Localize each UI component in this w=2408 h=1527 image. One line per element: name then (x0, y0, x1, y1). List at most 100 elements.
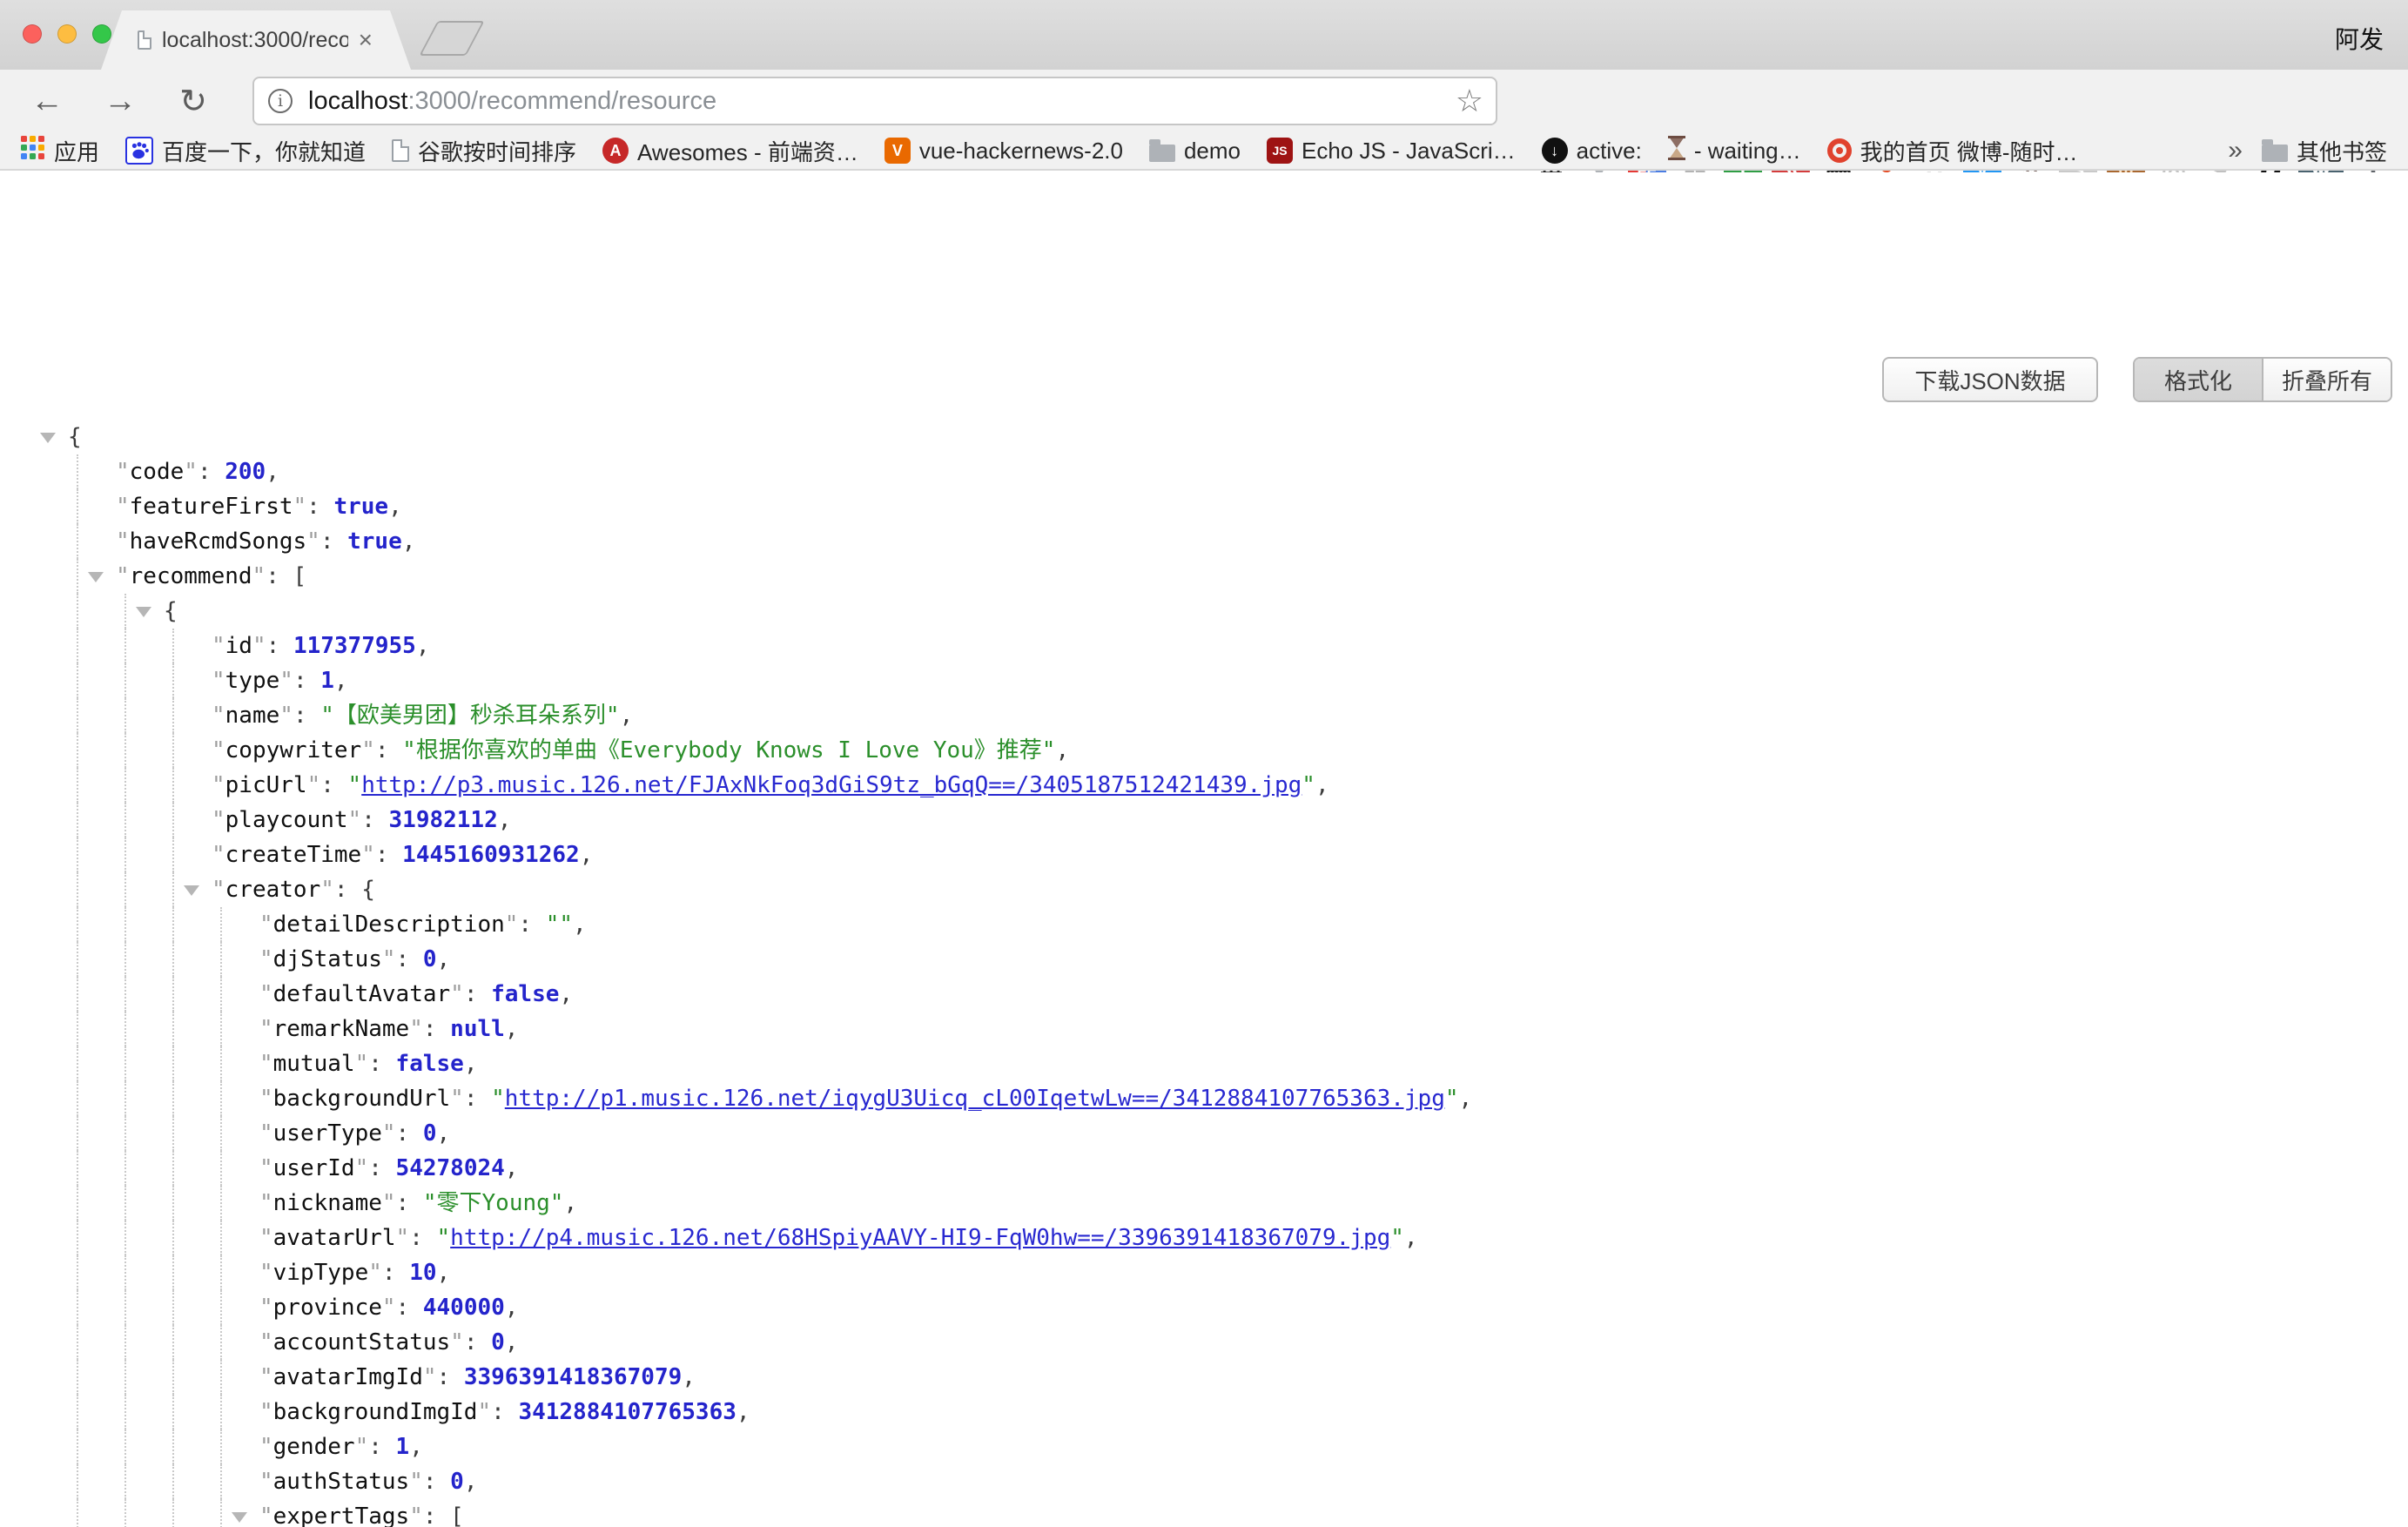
view-mode-toggle: 格式化 折叠所有 (2133, 357, 2392, 402)
json-quote: " (259, 1434, 273, 1460)
page-info-icon[interactable]: i (268, 89, 293, 113)
json-punct: : (361, 807, 388, 833)
bookmark-active[interactable]: ↓active: (1542, 138, 1642, 165)
json-number: 440000 (423, 1295, 505, 1321)
bookmark-waiting[interactable]: - waiting… (1668, 136, 1801, 166)
json-punct: : (320, 528, 347, 555)
json-punct: : (423, 1016, 450, 1042)
minimize-window-button[interactable] (57, 24, 77, 44)
collapse-toggle-icon[interactable] (232, 1512, 247, 1523)
zoom-window-button[interactable] (92, 24, 111, 44)
bookmark-awesomes[interactable]: AAwesomes - 前端资… (602, 135, 858, 167)
tab-favicon-page-icon (138, 30, 151, 50)
json-quote: " (450, 981, 464, 1007)
bookmark-google-sort[interactable]: 谷歌按时间排序 (392, 135, 576, 167)
json-punct: , (563, 1190, 577, 1216)
bookmark-baidu[interactable]: 百度一下，你就知道 (125, 135, 366, 167)
indent-guide (172, 803, 174, 837)
json-quote: " (259, 1364, 273, 1390)
collapse-toggle-icon[interactable] (136, 607, 151, 617)
indent-guide (172, 872, 174, 907)
new-tab-button[interactable] (419, 21, 484, 56)
json-line: { (0, 420, 2408, 454)
hourglass-icon (1668, 136, 1685, 166)
baidu-paw-icon (125, 137, 153, 165)
json-punct: , (573, 911, 587, 938)
indent-guide (172, 1464, 174, 1499)
bookmarks-overflow-chevron-icon[interactable]: » (2228, 136, 2243, 165)
bookmark-baidu-label: 百度一下，你就知道 (162, 135, 366, 167)
json-punct: , (1315, 772, 1329, 798)
json-punct: , (266, 459, 279, 485)
json-punct: : (320, 772, 347, 798)
json-link[interactable]: http://p1.music.126.net/iqygU3Uicq_cL00I… (505, 1086, 1445, 1112)
indent-guide (124, 1046, 126, 1081)
indent-guide (124, 1255, 126, 1290)
bookmark-echojs-icon: JS (1267, 138, 1293, 164)
json-punct: : (293, 703, 320, 729)
json-quote: " (259, 1260, 273, 1286)
json-line: "mutual": false, (0, 1046, 2408, 1081)
close-window-button[interactable] (23, 24, 42, 44)
json-number: 0 (423, 1120, 437, 1147)
json-punct: : (375, 737, 402, 764)
indent-guide (77, 663, 78, 698)
collapse-all-button[interactable]: 折叠所有 (2263, 359, 2391, 400)
json-line: "copywriter": "根据你喜欢的单曲《Everybody Knows … (0, 733, 2408, 768)
active-tab[interactable]: localhost:3000/recommend/re × (101, 10, 411, 70)
forward-button[interactable]: → (98, 78, 143, 124)
back-button[interactable]: ← (24, 78, 70, 124)
json-link[interactable]: http://p3.music.126.net/FJAxNkFoq3dGiS9t… (361, 772, 1302, 798)
download-json-button[interactable]: 下载JSON数据 (1882, 357, 2098, 402)
json-punct: : (382, 1260, 409, 1286)
folder-icon (2262, 145, 2288, 162)
json-quote: " (116, 459, 130, 485)
bookmark-weibo-home[interactable]: 我的首页 微博-随时… (1827, 135, 2078, 167)
indent-guide (220, 1186, 222, 1221)
other-bookmarks-button[interactable]: 其他书签 (2262, 135, 2387, 167)
json-punct: : [ (266, 563, 306, 589)
bookmark-google-sort-label: 谷歌按时间排序 (418, 135, 576, 167)
indent-guide (77, 1395, 78, 1429)
json-punct: , (464, 1469, 478, 1495)
json-key: gender (273, 1434, 355, 1460)
json-quote: " (259, 1399, 273, 1425)
bookmark-vue-hackernews[interactable]: Vvue-hackernews-2.0 (885, 138, 1123, 165)
profile-name[interactable]: 阿发 (2335, 21, 2384, 56)
json-quote: " (293, 494, 307, 520)
indent-guide (172, 1360, 174, 1395)
indent-guide (172, 837, 174, 872)
collapse-toggle-icon[interactable] (40, 433, 56, 443)
collapse-toggle-icon[interactable] (88, 572, 104, 582)
json-link[interactable]: http://p4.music.126.net/68HSpiyAAVY-HI9-… (450, 1225, 1390, 1251)
json-quote: " (259, 1329, 273, 1355)
json-punct: , (505, 1016, 519, 1042)
json-number: 31982112 (389, 807, 498, 833)
format-button[interactable]: 格式化 (2135, 359, 2263, 400)
indent-guide (220, 977, 222, 1012)
json-key: authStatus (273, 1469, 410, 1495)
bookmark-echojs[interactable]: JSEcho JS - JavaScri… (1267, 138, 1516, 165)
bookmark-star-icon[interactable]: ☆ (1456, 83, 1483, 119)
indent-guide (124, 768, 126, 803)
url-path: :3000/recommend/resource (407, 87, 716, 115)
json-number: true (347, 528, 402, 555)
address-bar[interactable]: i localhost:3000/recommend/resource ☆ (252, 77, 1497, 125)
collapse-toggle-icon[interactable] (184, 885, 199, 896)
bookmark-demo[interactable]: demo (1149, 138, 1241, 165)
json-quote: " (212, 877, 225, 903)
json-key: vipType (273, 1260, 369, 1286)
tab-close-icon[interactable]: × (359, 28, 373, 52)
indent-guide (124, 698, 126, 733)
json-number: 0 (491, 1329, 505, 1355)
json-key: playcount (225, 807, 348, 833)
window-controls (23, 24, 111, 44)
json-line: "remarkName": null, (0, 1012, 2408, 1046)
json-punct: : (437, 1364, 464, 1390)
json-key: province (273, 1295, 382, 1321)
bookmark-apps[interactable]: 应用 (21, 135, 99, 167)
reload-button[interactable]: ↻ (171, 78, 216, 124)
indent-guide (172, 942, 174, 977)
bookmark-weibo-home-label: 我的首页 微博-随时… (1860, 135, 2078, 167)
json-quote: " (355, 1434, 369, 1460)
